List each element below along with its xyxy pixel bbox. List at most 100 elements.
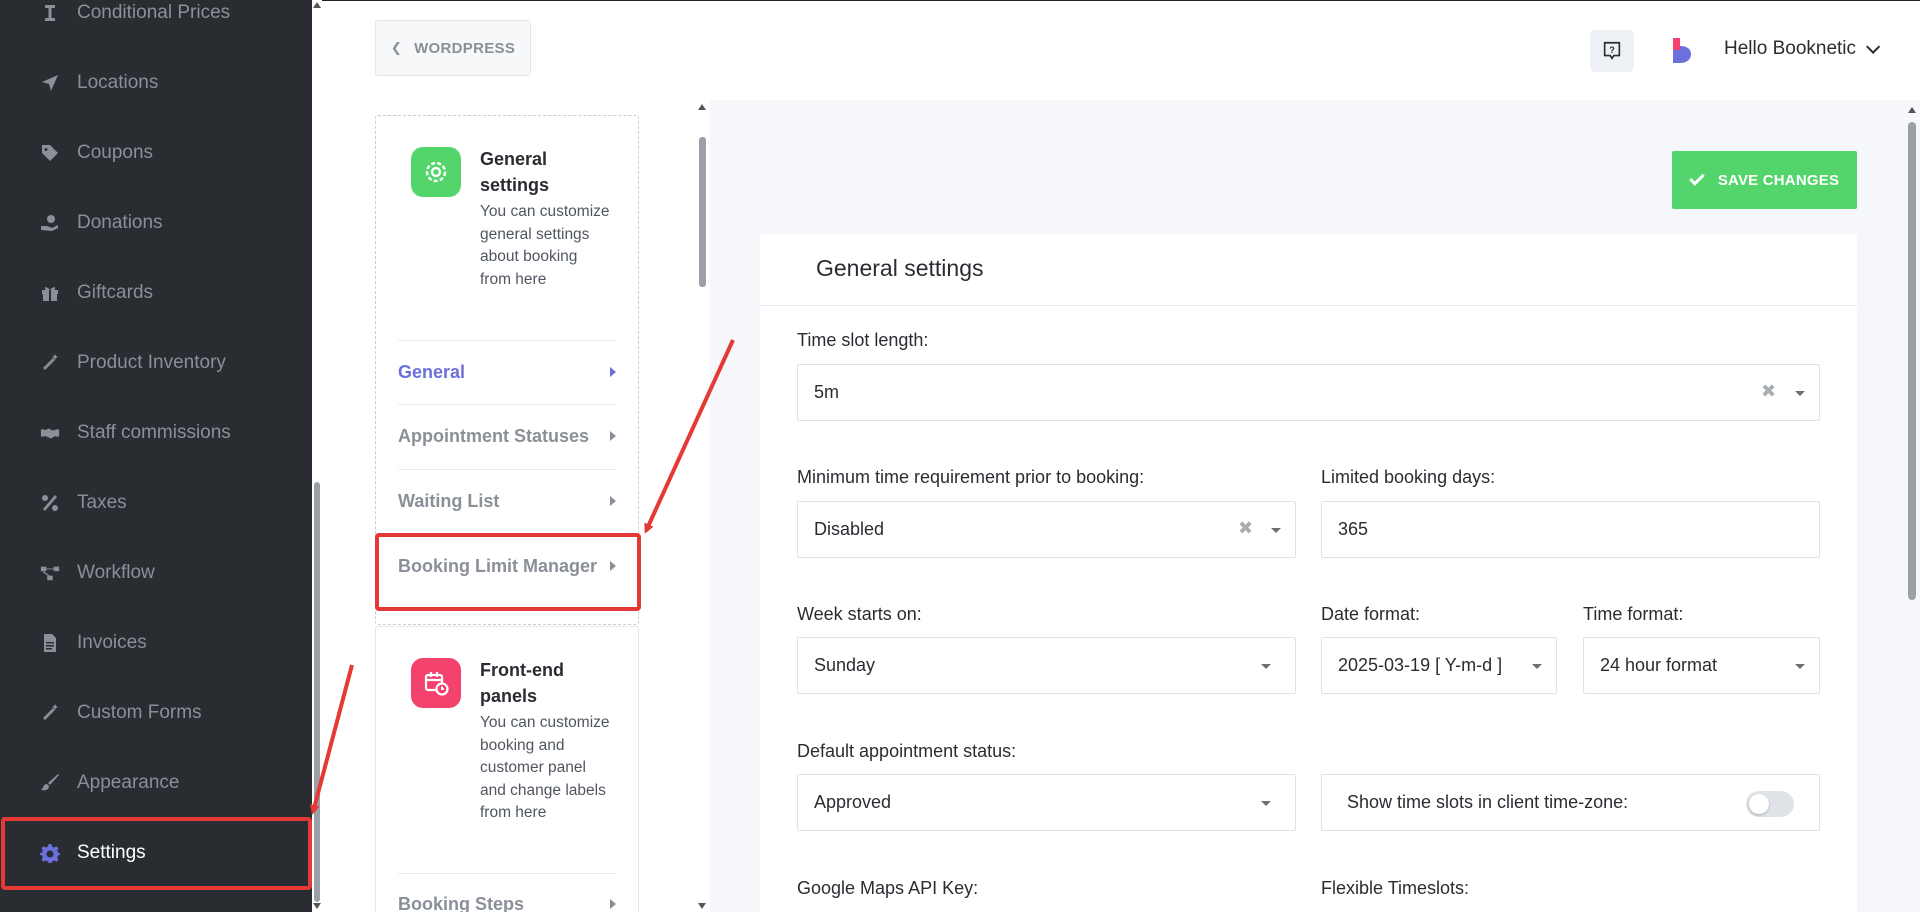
sidebar-item-locations[interactable]: Locations xyxy=(0,55,312,111)
sidebar-item-giftcards[interactable]: Giftcards xyxy=(0,265,312,321)
panel-title: General settings xyxy=(816,255,984,281)
sidebar-item-label: Appearance xyxy=(77,772,180,793)
nav-divider xyxy=(398,873,616,874)
min-time-prior-value: Disabled xyxy=(814,519,885,539)
sidebar-scroll-up-arrow[interactable] xyxy=(313,2,321,8)
limited-booking-days-label: Limited booking days: xyxy=(1321,467,1496,487)
nav-link-label: Waiting List xyxy=(398,490,500,511)
nav-link-label: General xyxy=(398,361,466,382)
caret-right-icon xyxy=(610,431,616,441)
sidebar-item-coupons[interactable]: Coupons xyxy=(0,125,312,181)
chevron-down-icon xyxy=(1795,664,1805,669)
toggle-knob xyxy=(1749,794,1769,814)
frontend-panels-card-description: You can customize booking and customer p… xyxy=(480,714,610,821)
annotation-highlight-booking-limit xyxy=(375,533,641,611)
help-chat-icon: ? xyxy=(1603,41,1621,60)
sidebar-item-label: Coupons xyxy=(77,142,154,163)
min-time-prior-select[interactable]: Disabled ✖ xyxy=(797,501,1296,558)
save-changes-button[interactable]: SAVE CHANGES xyxy=(1672,151,1857,209)
date-format-value: 2025-03-19 [ Y-m-d ] xyxy=(1338,655,1503,675)
sidebar-item-product-inventory[interactable]: Product Inventory xyxy=(0,335,312,391)
sidebar-scrollbar-thumb[interactable] xyxy=(314,482,320,902)
time-slot-length-select[interactable]: 5m ✖ xyxy=(797,364,1820,421)
general-settings-card-description: You can customize general settings about… xyxy=(480,203,610,288)
week-starts-on-select[interactable]: Sunday xyxy=(797,637,1296,694)
annotation-highlight-settings xyxy=(1,817,312,890)
min-time-prior-label: Minimum time requirement prior to bookin… xyxy=(797,467,1145,487)
sidebar-item-staff-commissions[interactable]: Staff commissions xyxy=(0,405,312,461)
client-timezone-label: Show time slots in client time-zone: xyxy=(1347,792,1629,812)
sidebar-item-workflow[interactable]: Workflow xyxy=(0,545,312,601)
clear-icon[interactable]: ✖ xyxy=(1761,381,1776,402)
sidebar-item-label: Taxes xyxy=(77,492,127,513)
date-format-label: Date format: xyxy=(1321,604,1421,624)
sidebar-item-label: Workflow xyxy=(77,562,155,583)
magic-wand-icon xyxy=(38,701,62,725)
caret-right-icon xyxy=(610,367,616,377)
gift-icon xyxy=(38,281,62,305)
limited-booking-days-input[interactable]: 365 xyxy=(1321,501,1820,558)
nav-scroll-up-arrow[interactable] xyxy=(698,104,706,110)
wordpress-back-label: WORDPRESS xyxy=(414,39,516,57)
chevron-down-icon xyxy=(1271,528,1281,533)
magic-wand-icon xyxy=(38,351,62,375)
nav-divider xyxy=(398,469,616,470)
time-format-label: Time format: xyxy=(1583,604,1684,624)
caret-right-icon xyxy=(610,899,616,909)
sidebar-item-label: Giftcards xyxy=(77,282,154,303)
user-menu[interactable]: Hello Booknetic xyxy=(1724,38,1881,60)
check-icon xyxy=(1689,170,1705,186)
price-tag-cursor-icon xyxy=(38,1,62,25)
default-status-label: Default appointment status: xyxy=(797,741,1017,761)
nav-scroll-down-arrow[interactable] xyxy=(698,903,706,909)
donation-hand-icon xyxy=(38,211,62,235)
frontend-panels-card-icon xyxy=(411,658,461,708)
sidebar-item-custom-forms[interactable]: Custom Forms xyxy=(0,685,312,741)
general-settings-card-title: General settings xyxy=(480,149,550,195)
clear-icon[interactable]: ✖ xyxy=(1238,518,1253,539)
nav-link-booking-steps[interactable]: Booking Steps xyxy=(398,889,616,912)
time-format-select[interactable]: 24 hour format xyxy=(1583,637,1820,694)
invoice-icon xyxy=(38,631,62,655)
nav-link-label: Booking Steps xyxy=(398,893,525,912)
chevron-left-icon: ❮ xyxy=(390,40,403,55)
booknetic-logo-icon xyxy=(1673,38,1691,63)
frontend-panels-card-title: Front-end panels xyxy=(480,660,564,706)
percent-icon xyxy=(38,491,62,515)
nav-link-appointment-statuses[interactable]: Appointment Statuses xyxy=(398,421,616,451)
help-button[interactable]: ? xyxy=(1590,30,1634,72)
caret-right-icon xyxy=(610,496,616,506)
handshake-icon xyxy=(38,421,62,445)
date-format-select[interactable]: 2025-03-19 [ Y-m-d ] xyxy=(1321,637,1557,694)
wordpress-back-button[interactable]: ❮ WORDPRESS xyxy=(375,20,531,76)
nav-scrollbar-thumb[interactable] xyxy=(699,137,706,287)
chevron-down-icon xyxy=(1532,664,1542,669)
sidebar-item-donations[interactable]: Donations xyxy=(0,195,312,251)
sidebar-scroll-down-arrow[interactable] xyxy=(313,903,321,909)
week-starts-on-value: Sunday xyxy=(814,655,876,675)
nav-link-general[interactable]: General xyxy=(398,357,616,387)
nav-divider xyxy=(398,404,616,405)
sidebar-item-taxes[interactable]: Taxes xyxy=(0,475,312,531)
week-starts-on-label: Week starts on: xyxy=(797,604,922,624)
sidebar-item-label: Donations xyxy=(77,212,163,233)
client-timezone-toggle[interactable] xyxy=(1746,791,1794,817)
sidebar-item-invoices[interactable]: Invoices xyxy=(0,615,312,671)
sidebar-item-label: Custom Forms xyxy=(77,702,202,723)
sidebar-item-label: Locations xyxy=(77,72,159,93)
main-scroll-up-arrow[interactable] xyxy=(1908,107,1916,113)
chevron-down-icon xyxy=(1261,664,1271,669)
nav-link-waiting-list[interactable]: Waiting List xyxy=(398,486,616,516)
main-scrollbar-thumb[interactable] xyxy=(1908,122,1916,600)
sidebar-item-conditional-prices[interactable]: Conditional Prices xyxy=(0,0,312,41)
save-changes-label: SAVE CHANGES xyxy=(1717,171,1840,189)
sidebar-item-appearance[interactable]: Appearance xyxy=(0,755,312,811)
default-status-select[interactable]: Approved xyxy=(797,774,1296,831)
chevron-down-icon xyxy=(1261,801,1271,806)
time-format-value: 24 hour format xyxy=(1600,655,1718,675)
limited-booking-days-value: 365 xyxy=(1338,519,1369,539)
flexible-timeslots-label: Flexible Timeslots: xyxy=(1321,878,1470,898)
workflow-icon xyxy=(38,561,62,585)
time-slot-length-label: Time slot length: xyxy=(797,330,929,350)
nav-divider xyxy=(398,340,616,341)
